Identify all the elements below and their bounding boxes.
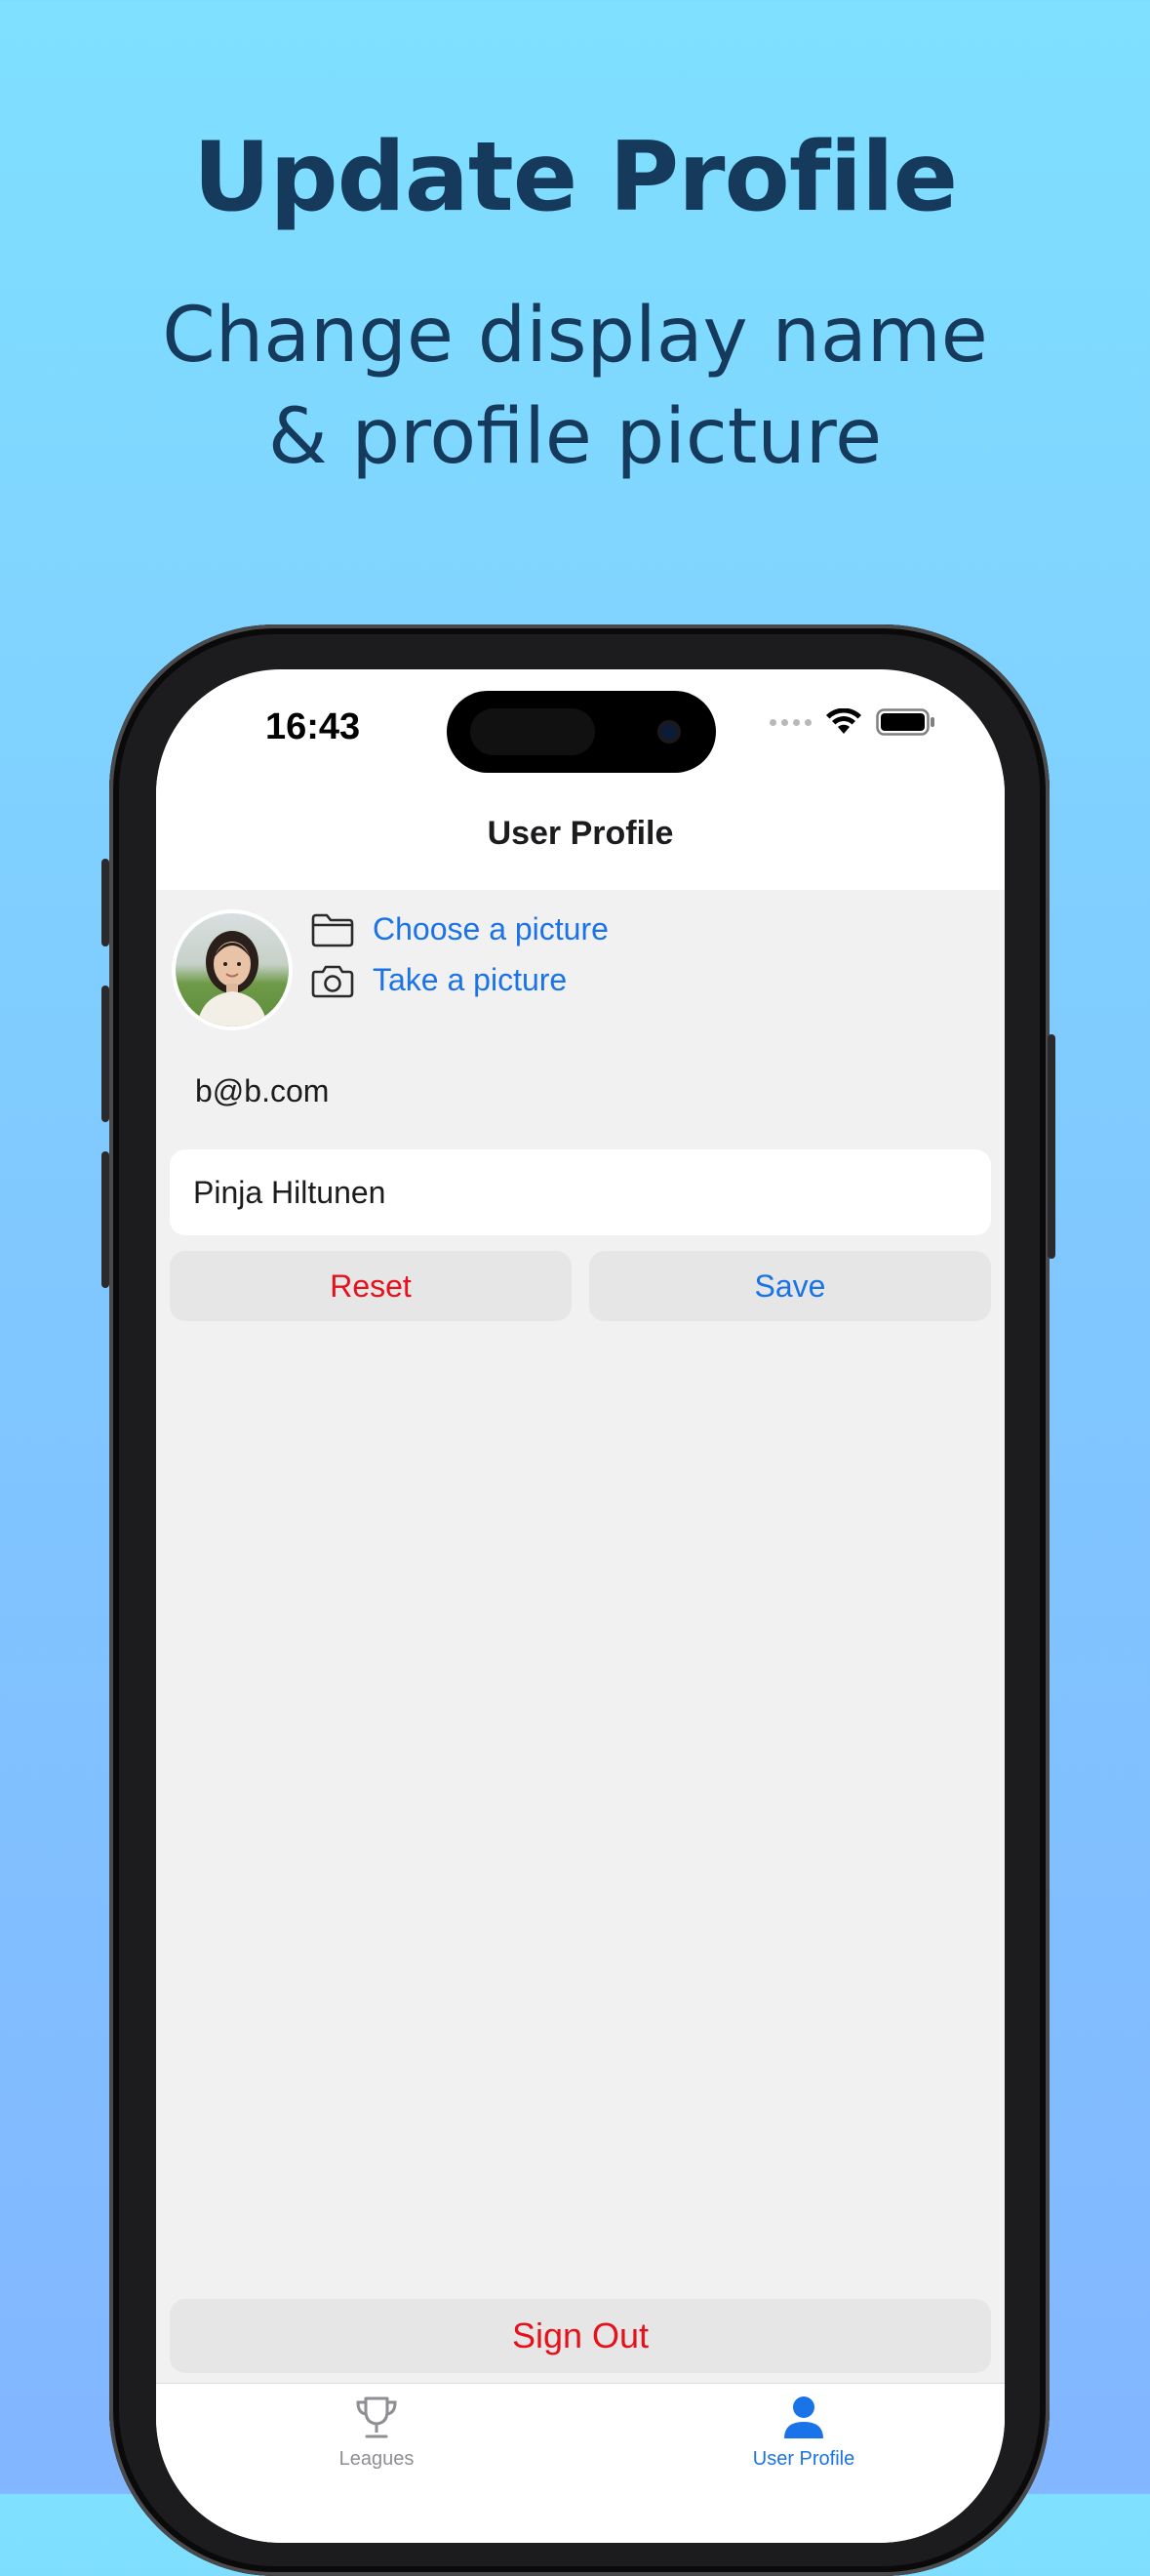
page-title: User Profile [487,814,674,852]
phone-screen: 16:43 User Profile Choose a picture Take… [156,669,1005,2543]
take-picture-link[interactable]: Take a picture [373,962,567,998]
take-picture-row[interactable]: Take a picture [310,962,567,998]
phone-action-button [101,859,109,946]
person-icon [784,2396,823,2438]
save-button[interactable]: Save [589,1251,991,1321]
promo-subtitle: Change display name & profile picture [0,285,1150,488]
phone-volume-down-button [101,1151,109,1288]
tab-user-profile[interactable]: User Profile [657,2394,950,2471]
person-photo-icon [197,931,267,1026]
avatar[interactable] [172,909,293,1030]
battery-icon [876,708,934,736]
folder-icon [311,913,354,946]
promo-subtitle-line1: Change display name [162,292,988,380]
dynamic-island [447,691,716,773]
status-time: 16:43 [265,706,361,747]
trophy-icon [356,2396,397,2438]
island-sensor [470,708,595,755]
promo-subtitle-line2: & profile picture [267,393,883,481]
camera-lens-icon [657,720,681,744]
reset-button[interactable]: Reset [170,1251,572,1321]
choose-picture-link[interactable]: Choose a picture [373,911,609,947]
camera-icon [311,965,354,997]
tab-leagues-label: Leagues [338,2448,415,2470]
tab-bar: Leagues User Profile [156,2383,1005,2543]
email-label: b@b.com [195,1073,330,1108]
tab-leagues[interactable]: Leagues [230,2394,523,2471]
profile-content: Choose a picture Take a picture b@b.com … [156,890,1005,2383]
phone-power-button [1048,1034,1055,1259]
display-name-field[interactable]: Pinja Hiltunen [170,1149,991,1235]
navigation-bar: User Profile [156,777,1005,891]
cellular-signal-icon [770,718,812,726]
status-icons [770,708,936,736]
user-photo [176,913,289,1026]
phone-volume-up-button [101,986,109,1122]
choose-picture-row[interactable]: Choose a picture [310,911,609,947]
promo-title: Update Profile [192,122,958,233]
tab-user-profile-label: User Profile [752,2448,855,2470]
wifi-icon [826,708,861,734]
sign-out-button[interactable]: Sign Out [170,2299,991,2373]
